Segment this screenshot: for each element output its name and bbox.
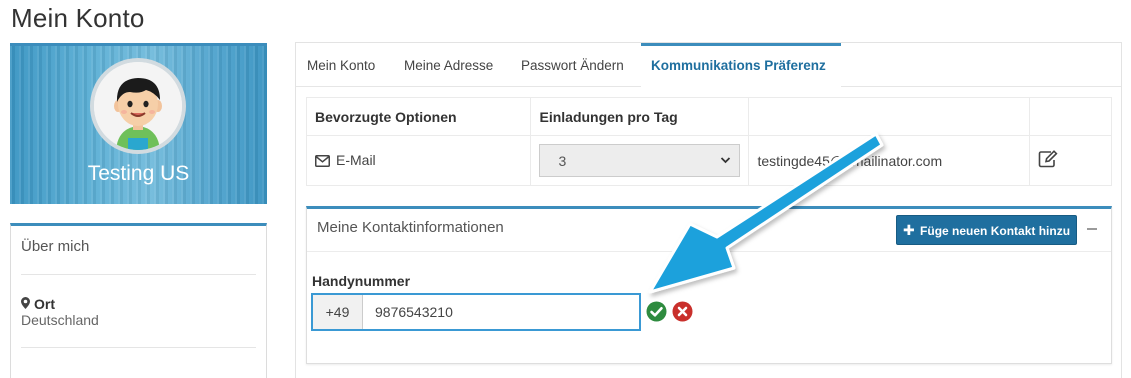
page-title: Mein Konto (11, 3, 145, 33)
add-contact-button-label: Füge neuen Kontakt hinzu (920, 224, 1071, 238)
tab-mein-konto[interactable]: Mein Konto (307, 43, 375, 87)
profile-name: Testing US (87, 162, 190, 185)
table-row: E-Mail 3 testingde45@emailinator.com (305, 135, 1112, 186)
country-code: +49 (313, 295, 363, 329)
location-value: Deutschland (21, 312, 99, 328)
contact-box-title: Meine Kontaktinformationen (317, 219, 504, 236)
divider (21, 347, 256, 348)
option-label: E-Mail (336, 151, 376, 168)
minus-icon[interactable] (1085, 221, 1099, 235)
column-header (1029, 97, 1112, 136)
envelope-icon (315, 154, 330, 170)
contact-info-box: Meine Kontaktinformationen ✚ Füge neuen … (306, 206, 1112, 364)
plus-icon: ✚ (902, 222, 915, 238)
location-label-row: Ort (21, 296, 55, 312)
actions-cell (1029, 135, 1112, 186)
avatar (90, 58, 186, 154)
table-header-row: Bevorzugte Optionen Einladungen pro Tag (305, 97, 1112, 136)
divider (21, 274, 256, 275)
option-cell: E-Mail (305, 135, 532, 186)
times-circle-icon[interactable] (672, 301, 693, 322)
tab-bar: Mein Konto Meine Adresse Passwort Ändern… (296, 43, 1121, 88)
chevron-down-icon (720, 145, 731, 188)
email-address-cell: testingde45@emailinator.com (748, 135, 1031, 186)
map-marker-icon (21, 296, 31, 312)
tab-passwort-aendern[interactable]: Passwort Ändern (521, 43, 624, 87)
column-header: Einladungen pro Tag (530, 97, 750, 136)
account-main-panel: Mein Konto Meine Adresse Passwort Ändern… (295, 42, 1122, 378)
phone-number-input[interactable] (365, 295, 639, 329)
select-value: 3 (558, 153, 567, 169)
phone-field-label: Handynummer (312, 273, 411, 289)
edit-icon[interactable] (1038, 150, 1058, 171)
invites-cell: 3 (530, 135, 750, 186)
profile-card: Testing US (10, 43, 267, 204)
preferences-table: Bevorzugte Optionen Einladungen pro Tag … (305, 97, 1112, 186)
contact-box-header: Meine Kontaktinformationen ✚ Füge neuen … (307, 209, 1111, 252)
phone-input-group: +49 (311, 293, 641, 331)
avatar-illustration (94, 62, 182, 150)
column-header: Bevorzugte Optionen (305, 97, 532, 136)
column-header (748, 97, 1031, 136)
about-title: Über mich (21, 238, 90, 255)
location-label: Ort (34, 296, 55, 312)
tab-kommunikations-praeferenz[interactable]: Kommunikations Präferenz (641, 43, 841, 88)
tab-meine-adresse[interactable]: Meine Adresse (404, 43, 493, 87)
invites-per-day-select[interactable]: 3 (539, 144, 741, 177)
check-circle-icon[interactable] (646, 301, 667, 322)
add-contact-button[interactable]: ✚ Füge neuen Kontakt hinzu (896, 215, 1077, 245)
about-card: Über mich Ort Deutschland (10, 223, 267, 378)
